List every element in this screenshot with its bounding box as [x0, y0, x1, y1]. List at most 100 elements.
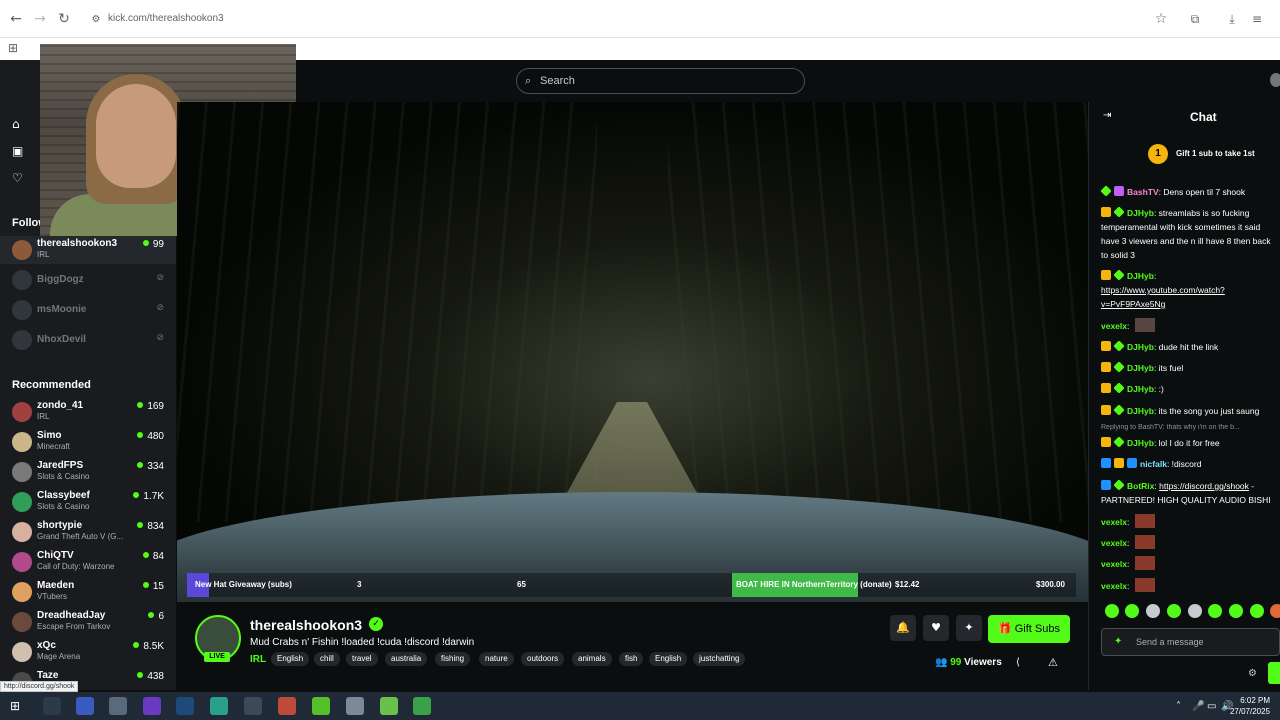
emote-button[interactable]: [1270, 604, 1280, 618]
taskbar-app-calendar[interactable]: [210, 697, 228, 715]
chat-settings-gear-icon[interactable]: ⚙: [1248, 668, 1257, 679]
share-icon[interactable]: ⟨: [1016, 657, 1020, 668]
taskbar-app-line[interactable]: [312, 697, 330, 715]
chat-username[interactable]: vexelx: [1101, 581, 1127, 591]
taskbar-app-folder[interactable]: [346, 697, 364, 715]
taskbar-app-winrar[interactable]: [278, 697, 296, 715]
chat-username[interactable]: vexelx: [1101, 538, 1127, 548]
chat-send-button[interactable]: [1268, 662, 1280, 684]
chat-username[interactable]: BashTV: [1127, 187, 1159, 197]
emote-picker-icon[interactable]: ✦: [1114, 636, 1122, 647]
emote-button[interactable]: [1229, 604, 1243, 618]
gift-subs-button[interactable]: 🎁 Gift Subs: [988, 615, 1070, 643]
following-heart-icon[interactable]: ♡: [12, 171, 26, 185]
taskbar-app-steam[interactable]: [176, 697, 194, 715]
stream-tag[interactable]: chill: [314, 652, 340, 666]
recommended-channel[interactable]: zondo_41 IRL 169: [0, 398, 176, 426]
following-channel[interactable]: NhoxDevil ⊘: [0, 326, 176, 354]
stream-tag[interactable]: English: [649, 652, 688, 666]
stream-tag[interactable]: English: [271, 652, 310, 666]
chat-username[interactable]: DJHyb: [1127, 406, 1154, 416]
chat-username[interactable]: vexelx: [1101, 321, 1127, 331]
download-icon[interactable]: ⤓: [1225, 12, 1239, 26]
chat-username[interactable]: nicfalk: [1140, 459, 1167, 469]
offline-icon: ⊘: [156, 273, 164, 283]
stream-tag[interactable]: justchatting: [693, 652, 746, 666]
chat-username[interactable]: DJHyb: [1127, 363, 1154, 373]
stream-tag[interactable]: nature: [479, 652, 514, 666]
taskbar-app-explorer[interactable]: [109, 697, 127, 715]
browse-icon[interactable]: ▣: [12, 144, 26, 158]
search-input[interactable]: ⌕ Search: [516, 68, 805, 94]
taskbar-app-shield[interactable]: [76, 697, 94, 715]
subscribe-star-icon[interactable]: ✦: [956, 615, 982, 641]
apps-grid-icon[interactable]: ⊞: [6, 41, 20, 55]
follow-heart-icon[interactable]: ♥: [923, 615, 949, 641]
reading-list-icon[interactable]: ≡: [1250, 12, 1264, 26]
back-icon[interactable]: ←: [8, 11, 24, 27]
emote-button[interactable]: [1125, 604, 1139, 618]
chat-username[interactable]: vexelx: [1101, 517, 1127, 527]
recommended-channel[interactable]: JaredFPS Slots & Casino 334: [0, 458, 176, 486]
user-avatar[interactable]: [1270, 73, 1280, 87]
chat-username[interactable]: BotRix: [1127, 481, 1154, 491]
taskbar-app-notepad[interactable]: [413, 697, 431, 715]
reload-icon[interactable]: ↻: [56, 11, 72, 27]
recommended-channel[interactable]: DreadheadJay Escape From Tarkov 6: [0, 608, 176, 636]
chat-link[interactable]: https://discord.gg/shook: [1159, 481, 1249, 491]
recommended-channel[interactable]: shortypie Grand Theft Auto V (G... 834: [0, 518, 176, 546]
forward-icon[interactable]: →: [32, 11, 48, 27]
emote-button[interactable]: [1250, 604, 1264, 618]
recommended-channel[interactable]: Classybeef Slots & Casino 1.7K: [0, 488, 176, 516]
stream-tag[interactable]: fish: [619, 652, 644, 666]
taskbar-app-chrome[interactable]: [43, 697, 61, 715]
stream-tag[interactable]: animals: [572, 652, 612, 666]
notification-bell-icon[interactable]: 🔔: [890, 615, 916, 641]
video-player[interactable]: [177, 102, 1088, 602]
taskbar-app-settings[interactable]: [244, 697, 262, 715]
stream-tag[interactable]: australia: [385, 652, 428, 666]
emote-button[interactable]: [1146, 604, 1160, 618]
gift-leaderboard-banner[interactable]: 1 Gift 1 sub to take 1st: [1148, 144, 1278, 166]
search-icon: ⌕: [525, 74, 532, 87]
tray-mic-icon[interactable]: 🎤: [1192, 701, 1204, 712]
stream-tag[interactable]: fishing: [435, 652, 471, 666]
chat-link[interactable]: https://www.youtube.com/watch?v=PvF9PAxe…: [1101, 285, 1225, 309]
windows-start-icon[interactable]: ⊞: [10, 699, 20, 713]
stream-category[interactable]: IRL: [250, 654, 266, 665]
following-channel[interactable]: therealshookon3 IRL 99: [0, 236, 176, 264]
chat-username[interactable]: DJHyb: [1127, 342, 1154, 352]
taskbar-app-discord[interactable]: [143, 697, 161, 715]
chat-message-input[interactable]: ✦ Send a message: [1101, 628, 1280, 656]
following-channel[interactable]: msMoonie ⊘: [0, 296, 176, 324]
chat-username[interactable]: vexelx: [1101, 559, 1127, 569]
home-icon[interactable]: ⌂: [12, 117, 26, 131]
address-bar[interactable]: ⚙ kick.com/therealshookon3: [84, 8, 1174, 32]
recommended-channel[interactable]: Simo Minecraft 480: [0, 428, 176, 456]
stream-tag[interactable]: outdoors: [521, 652, 565, 666]
emote-button[interactable]: [1208, 604, 1222, 618]
recommended-channel[interactable]: Maeden VTubers 15: [0, 578, 176, 606]
emote-button[interactable]: [1167, 604, 1181, 618]
bookmark-star-icon[interactable]: ☆: [1153, 11, 1169, 27]
emote-button[interactable]: [1188, 604, 1202, 618]
taskbar-clock[interactable]: 6:02 PM 27/07/2025: [1230, 695, 1270, 717]
offline-icon: ⊘: [156, 303, 164, 313]
taskbar-app-android[interactable]: [380, 697, 398, 715]
tray-network-icon[interactable]: ▭: [1207, 701, 1216, 712]
following-channel[interactable]: BiggDogz ⊘: [0, 266, 176, 294]
collapse-chat-icon[interactable]: ⇥: [1103, 110, 1111, 121]
recommended-channel[interactable]: xQc Mage Arena 8.5K: [0, 638, 176, 666]
streamer-name[interactable]: therealshookon3: [250, 617, 362, 633]
site-info-icon[interactable]: ⚙: [88, 12, 104, 28]
extensions-icon[interactable]: ⧉: [1188, 12, 1202, 26]
chat-username[interactable]: DJHyb: [1127, 384, 1154, 394]
emote-button[interactable]: [1105, 604, 1119, 618]
stream-tag[interactable]: travel: [346, 652, 378, 666]
chat-username[interactable]: DJHyb: [1127, 208, 1154, 218]
recommended-channel[interactable]: ChiQTV Call of Duty: Warzone 84: [0, 548, 176, 576]
tray-chevron-icon[interactable]: ˄: [1176, 701, 1181, 712]
report-warning-icon[interactable]: ⚠: [1048, 656, 1058, 669]
chat-username[interactable]: DJHyb: [1127, 438, 1154, 448]
chat-username[interactable]: DJHyb: [1127, 271, 1154, 281]
